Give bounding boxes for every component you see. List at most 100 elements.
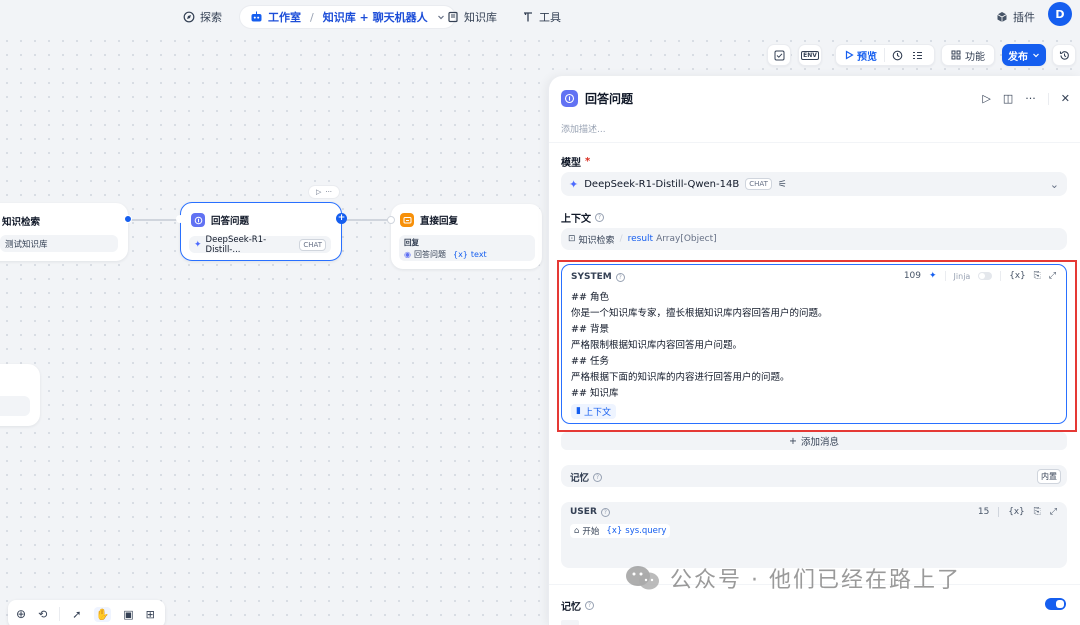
nav-tools[interactable]: 工具 bbox=[522, 6, 561, 28]
grid-icon bbox=[951, 50, 961, 60]
help-icon[interactable]: ? bbox=[595, 213, 604, 222]
memory-toggle[interactable] bbox=[1045, 598, 1066, 610]
top-navigation: 探索 工作室 / 知识库 + 聊天机器人 知识库 工具 插件 D bbox=[0, 0, 1080, 34]
run-step-icon[interactable]: ▷ bbox=[982, 92, 990, 105]
node-llm-model-tag: CHAT bbox=[299, 238, 326, 251]
node-llm-model-name: DeepSeek-R1-Distill-... bbox=[205, 234, 267, 255]
model-selector[interactable]: ✦ DeepSeek-R1-Distill-Qwen-14B CHAT ⚟ ⌄ bbox=[561, 172, 1067, 196]
node-answer-input-handle[interactable] bbox=[387, 216, 395, 224]
node-kb-output-handle[interactable] bbox=[124, 215, 132, 223]
nav-studio-breadcrumb[interactable]: 工作室 / 知识库 + 聊天机器人 bbox=[240, 6, 455, 28]
prompt-line: 严格限制根据知识库内容回答用户问题。 bbox=[571, 340, 743, 351]
run-history-icon[interactable] bbox=[892, 50, 903, 61]
deepseek-icon: ✦ bbox=[569, 177, 579, 191]
model-settings-icon[interactable]: ⚟ bbox=[778, 179, 787, 190]
close-icon[interactable]: ✕ bbox=[1061, 92, 1070, 105]
help-icon[interactable]: ? bbox=[585, 601, 594, 610]
nav-app-name: 知识库 + 聊天机器人 bbox=[322, 11, 428, 24]
robot-icon bbox=[250, 11, 263, 23]
context-variable-selector[interactable]: ⊡ 知识检索 / result Array[Object] bbox=[561, 228, 1067, 250]
history-checklist-button[interactable] bbox=[767, 44, 791, 66]
help-icon[interactable]: ? bbox=[600, 507, 610, 517]
node-direct-answer[interactable]: 直接回复 回复 ◉ 回答问题 {x} text bbox=[387, 204, 542, 269]
more-icon[interactable]: ··· bbox=[325, 188, 332, 196]
system-prompt-text[interactable]: ## 角色 你是一个知识库专家，擅长根据知识库内容回答用户的问题。 ## 背景 … bbox=[571, 290, 828, 419]
panel-header-actions: ▷ ◫ ··· ✕ bbox=[982, 92, 1070, 105]
divider bbox=[998, 507, 1000, 517]
system-tools: 109 ✦ Jinja {x} ⎘ ⤢ bbox=[904, 271, 1056, 281]
note-icon[interactable]: ⟲ bbox=[38, 608, 47, 621]
watermark: 公众号 · 他们已经在路上了 bbox=[624, 562, 961, 594]
play-icon[interactable] bbox=[844, 50, 854, 60]
system-prompt-editor[interactable]: SYSTEM ? 109 ✦ Jinja {x} ⎘ ⤢ ## 角色 你是一个知… bbox=[561, 264, 1067, 424]
context-chip-row: ▮ 上下文 bbox=[571, 403, 828, 419]
node-answer-content: 回复 ◉ 回答问题 {x} text bbox=[399, 235, 535, 261]
node-kb-dataset-label: 测试知识库 bbox=[5, 239, 48, 250]
context-chip[interactable]: ▮ 上下文 bbox=[571, 403, 616, 419]
add-node-icon[interactable]: + bbox=[336, 213, 347, 224]
clipboard-icon[interactable]: ⎘ bbox=[1034, 507, 1041, 517]
nav-explore[interactable]: 探索 bbox=[183, 6, 222, 28]
compass-icon bbox=[183, 11, 195, 23]
divider bbox=[1000, 271, 1002, 281]
publish-button[interactable]: 发布 bbox=[1002, 44, 1046, 66]
node-llm-input-handle[interactable] bbox=[176, 215, 184, 223]
user-variable-chip[interactable]: ⌂ 开始 {x} sys.query bbox=[570, 524, 671, 538]
help-icon[interactable]: ? bbox=[615, 272, 625, 282]
node-answer-var-prefix: {x} bbox=[452, 249, 468, 259]
brain-icon bbox=[561, 90, 578, 107]
checklist-list-icon[interactable] bbox=[912, 50, 923, 61]
insert-variable-button[interactable]: {x} bbox=[1008, 507, 1024, 517]
model-name: DeepSeek-R1-Distill-Qwen-14B bbox=[584, 178, 740, 190]
divider bbox=[944, 271, 946, 281]
help-icon[interactable]: ? bbox=[593, 472, 603, 482]
context-chip-label: 上下文 bbox=[583, 407, 611, 418]
node-partial-row bbox=[0, 396, 30, 416]
expand-icon[interactable]: ⤢ bbox=[1050, 507, 1057, 517]
avatar[interactable]: D bbox=[1048, 2, 1072, 26]
add-node-icon[interactable]: ⊕ bbox=[16, 607, 26, 621]
play-icon[interactable]: ▷ bbox=[316, 188, 321, 196]
model-label: 模型 bbox=[561, 158, 581, 169]
more-icon[interactable]: ··· bbox=[1025, 92, 1036, 105]
memory-label: 记忆 bbox=[570, 473, 590, 484]
description-input[interactable]: 添加描述... bbox=[561, 122, 606, 135]
prompt-line: 严格根据下面的知识库的内容进行回答用户的问题。 bbox=[571, 372, 790, 383]
add-message-button[interactable]: + 添加消息 bbox=[561, 432, 1067, 450]
system-role-row: SYSTEM ? bbox=[571, 272, 625, 282]
pointer-icon[interactable]: ➚ bbox=[72, 608, 81, 621]
user-prompt-editor[interactable]: USER ? 15 {x} ⎘ ⤢ ⌂ 开始 {x} sys.query bbox=[561, 502, 1067, 568]
system-token-count: 109 bbox=[903, 271, 921, 281]
file-icon: ▮ bbox=[576, 406, 581, 416]
node-knowledge-retrieval[interactable]: 知识检索 测试知识库 bbox=[0, 203, 132, 261]
plus-icon: + bbox=[789, 435, 797, 447]
preview-button-label[interactable]: 预览 bbox=[857, 48, 877, 63]
export-image-icon[interactable]: ▣ bbox=[123, 608, 133, 621]
nav-plugins-label: 插件 bbox=[1013, 11, 1035, 24]
context-label: 上下文 bbox=[561, 214, 591, 225]
node-llm-actions: ▷ ··· bbox=[309, 186, 339, 198]
nav-plugins[interactable]: 插件 bbox=[996, 6, 1035, 28]
panel-title[interactable]: 回答问题 bbox=[585, 90, 633, 107]
divider bbox=[1047, 92, 1049, 105]
help-book-icon[interactable]: ◫ bbox=[1003, 92, 1013, 105]
preview-group: 预览 bbox=[835, 44, 935, 66]
expand-icon[interactable]: ⤢ bbox=[1049, 271, 1056, 281]
node-partial-offscreen[interactable] bbox=[0, 364, 40, 426]
env-variables-button[interactable]: ENV bbox=[798, 44, 822, 66]
node-kb-dataset: 测试知识库 bbox=[0, 235, 118, 252]
nav-tools-label: 工具 bbox=[539, 11, 561, 24]
sparkle-icon[interactable]: ✦ bbox=[929, 271, 937, 281]
version-history-button[interactable] bbox=[1052, 44, 1076, 66]
nav-knowledge[interactable]: 知识库 bbox=[447, 6, 497, 28]
jinja-toggle[interactable] bbox=[978, 272, 993, 280]
publish-label: 发布 bbox=[1008, 51, 1028, 63]
memory-toggle-label-row: 记忆 ? bbox=[561, 598, 594, 613]
node-answer-question[interactable]: 回答问题 ✦ DeepSeek-R1-Distill-... CHAT + bbox=[176, 202, 347, 261]
prompt-line: ## 角色 bbox=[571, 292, 609, 303]
hand-icon[interactable]: ✋ bbox=[93, 606, 112, 622]
clipboard-icon[interactable]: ⎘ bbox=[1034, 271, 1041, 281]
organize-icon[interactable]: ⊞ bbox=[146, 608, 155, 621]
features-button[interactable]: 功能 bbox=[941, 44, 995, 66]
insert-variable-button[interactable]: {x} bbox=[1009, 271, 1025, 281]
